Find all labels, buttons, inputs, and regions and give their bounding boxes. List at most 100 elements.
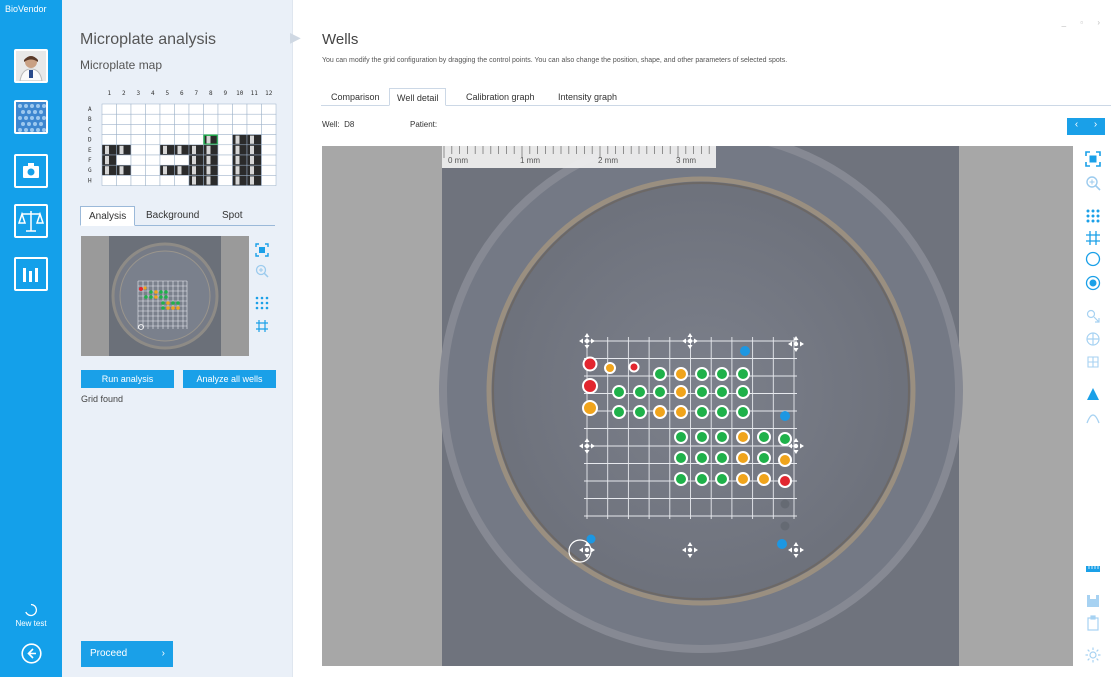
spot-dots-icon[interactable]: [1085, 208, 1101, 224]
plate-well[interactable]: [232, 113, 248, 125]
plate-well[interactable]: [246, 154, 262, 166]
plate-well[interactable]: [159, 113, 175, 125]
plate-well[interactable]: [101, 175, 117, 186]
analysis-spot[interactable]: [674, 405, 688, 419]
plate-well[interactable]: [145, 134, 161, 146]
plate-well[interactable]: [145, 124, 161, 135]
analysis-spot[interactable]: [715, 472, 729, 486]
plate-well[interactable]: [203, 154, 219, 166]
plate-well[interactable]: [159, 144, 175, 156]
analysis-spot[interactable]: [633, 385, 647, 399]
adjust-spot-icon[interactable]: [1085, 308, 1101, 324]
analysis-spot[interactable]: [674, 385, 688, 399]
plate-well[interactable]: [246, 124, 262, 135]
tab-well-detail[interactable]: Well detail: [389, 88, 447, 106]
plate-well[interactable]: [203, 164, 219, 176]
plate-well[interactable]: [246, 164, 262, 176]
plate-well[interactable]: [188, 154, 204, 166]
plate-well[interactable]: [174, 124, 190, 135]
plate-well[interactable]: [101, 134, 117, 146]
curve-icon[interactable]: [1085, 409, 1101, 425]
save-icon[interactable]: [1085, 593, 1101, 609]
plate-well[interactable]: [246, 144, 262, 156]
reference-spot[interactable]: [780, 411, 790, 421]
plate-well[interactable]: [217, 175, 233, 186]
zoom-icon[interactable]: [255, 264, 269, 278]
analysis-spot[interactable]: [674, 472, 688, 486]
analysis-spot[interactable]: [695, 385, 709, 399]
analysis-spot[interactable]: [674, 430, 688, 444]
analysis-spot[interactable]: [612, 385, 626, 399]
plate-well[interactable]: [188, 103, 204, 115]
previous-well-button[interactable]: ‹: [1067, 119, 1086, 130]
reference-spot[interactable]: [777, 539, 787, 549]
analysis-spot[interactable]: [582, 378, 598, 394]
plate-well[interactable]: [116, 134, 132, 146]
analysis-spot[interactable]: [715, 367, 729, 381]
plate-well[interactable]: [188, 144, 204, 156]
plate-well[interactable]: [174, 175, 190, 186]
plate-well[interactable]: [116, 154, 132, 166]
plate-well[interactable]: [217, 144, 233, 156]
plate-well[interactable]: [174, 113, 190, 125]
analysis-spot[interactable]: [695, 472, 709, 486]
plate-well[interactable]: [203, 113, 219, 125]
plate-well[interactable]: [116, 175, 132, 186]
plate-well[interactable]: [188, 113, 204, 125]
analysis-spot[interactable]: [736, 472, 750, 486]
well-image-viewer[interactable]: 0 mm 1 mm 2 mm 3 mm: [322, 146, 1073, 666]
fit-view-icon[interactable]: [255, 243, 269, 257]
plate-well[interactable]: [101, 113, 117, 125]
analysis-spot[interactable]: [695, 430, 709, 444]
plate-well[interactable]: [116, 103, 132, 115]
analysis-spot[interactable]: [695, 451, 709, 465]
plate-well[interactable]: [246, 113, 262, 125]
user-photo-icon[interactable]: [14, 49, 48, 83]
analysis-spot[interactable]: [674, 367, 688, 381]
plate-well[interactable]: [145, 103, 161, 115]
well-thumbnail[interactable]: [81, 236, 249, 356]
analyze-all-wells-button[interactable]: Analyze all wells: [183, 370, 276, 388]
analysis-spot[interactable]: [582, 400, 598, 416]
plate-well[interactable]: [232, 103, 248, 115]
tab-comparison[interactable]: Comparison: [331, 88, 380, 106]
plate-well[interactable]: [159, 164, 175, 176]
bar-chart-icon[interactable]: [14, 257, 48, 291]
run-analysis-button[interactable]: Run analysis: [81, 370, 174, 388]
plate-well[interactable]: [261, 124, 277, 135]
analysis-spot[interactable]: [612, 405, 626, 419]
plate-well[interactable]: [130, 144, 146, 156]
grid-icon[interactable]: [255, 319, 269, 333]
back-arrow-icon[interactable]: [21, 643, 42, 664]
plate-well[interactable]: [130, 175, 146, 186]
analysis-spot[interactable]: [736, 430, 750, 444]
microplate-map[interactable]: 1 2 3 4 5 6 7 8 9 10 11 12ABCDEFGH: [80, 88, 280, 188]
tab-analysis[interactable]: Analysis: [80, 206, 136, 226]
zoom-icon[interactable]: [1085, 175, 1101, 191]
plate-well[interactable]: [217, 103, 233, 115]
plate-well[interactable]: [232, 164, 248, 176]
plate-well[interactable]: [232, 175, 248, 186]
plate-well[interactable]: [188, 124, 204, 135]
analysis-spot[interactable]: [736, 385, 750, 399]
tab-spot[interactable]: Spot: [214, 206, 251, 226]
plate-well[interactable]: [145, 154, 161, 166]
analysis-spot[interactable]: [653, 385, 667, 399]
plate-well[interactable]: [232, 134, 248, 146]
next-well-button[interactable]: ›: [1086, 119, 1105, 130]
plate-well[interactable]: [261, 113, 277, 125]
plate-well[interactable]: [203, 124, 219, 135]
plate-well[interactable]: [101, 154, 117, 166]
microplate-icon[interactable]: [14, 100, 48, 134]
proceed-button[interactable]: Proceed ›: [81, 641, 173, 667]
plate-well[interactable]: [159, 124, 175, 135]
plate-well[interactable]: [159, 103, 175, 115]
plate-well[interactable]: [130, 113, 146, 125]
plate-well[interactable]: [130, 154, 146, 166]
plate-well[interactable]: [232, 144, 248, 156]
analysis-spot[interactable]: [628, 361, 640, 373]
plate-well[interactable]: [261, 134, 277, 146]
plate-well[interactable]: [130, 103, 146, 115]
analysis-spot[interactable]: [695, 405, 709, 419]
brightness-icon[interactable]: [1085, 647, 1101, 663]
